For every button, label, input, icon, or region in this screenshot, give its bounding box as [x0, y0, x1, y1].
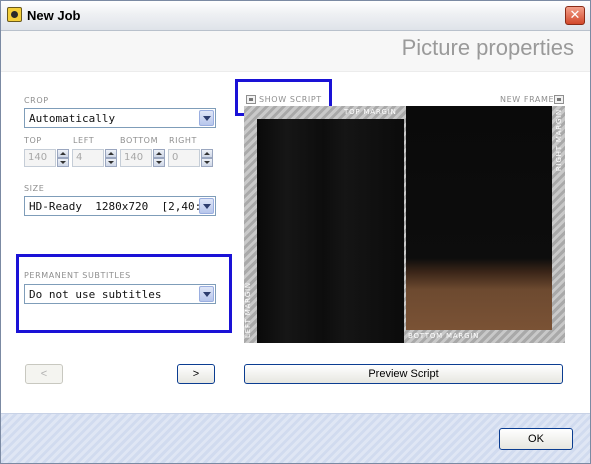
chevron-down-icon[interactable] — [199, 198, 214, 214]
ok-button[interactable]: OK — [499, 428, 573, 450]
prev-button[interactable]: < — [25, 364, 63, 384]
stepper-up-icon[interactable] — [105, 149, 117, 158]
page-header: Picture properties — [1, 31, 590, 72]
stepper-up-icon[interactable] — [153, 149, 165, 158]
subtitles-select-value: Do not use subtitles — [29, 288, 162, 301]
right-frame-pane — [406, 106, 552, 330]
size-select-value: HD-Ready 1280x720 [2,40:1] — [29, 200, 215, 213]
next-button[interactable]: > — [177, 364, 215, 384]
subtitles-select[interactable]: Do not use subtitles — [24, 284, 216, 304]
window-title: New Job — [27, 8, 81, 23]
right-margin-label: RIGHT MARGIN — [555, 108, 564, 172]
stepper-down-icon[interactable] — [201, 158, 213, 167]
crop-right-field[interactable]: 0 — [168, 149, 200, 167]
close-button[interactable]: ✕ — [565, 6, 585, 25]
chevron-down-icon[interactable] — [199, 286, 214, 302]
stepper-down-icon[interactable] — [153, 158, 165, 167]
crop-select-value: Automatically — [29, 112, 116, 125]
footer-bar: OK — [1, 413, 590, 463]
stepper-down-icon[interactable] — [105, 158, 117, 167]
size-label: SIZE — [24, 184, 45, 193]
left-margin-label: LEFT MARGIN — [243, 282, 252, 338]
crop-label: CROP — [24, 96, 49, 105]
title-bar[interactable]: New Job ✕ — [1, 1, 590, 31]
crop-top-stepper[interactable] — [57, 149, 69, 167]
preview-script-button[interactable]: Preview Script — [244, 364, 563, 384]
crop-right-label: RIGHT — [169, 136, 198, 145]
crop-top-label: TOP — [24, 136, 42, 145]
app-icon — [7, 7, 22, 22]
stepper-up-icon[interactable] — [201, 149, 213, 158]
stepper-up-icon[interactable] — [57, 149, 69, 158]
new-frame-label[interactable]: NEW FRAME — [500, 95, 554, 104]
stepper-down-icon[interactable] — [57, 158, 69, 167]
crop-top-field[interactable]: 140 — [24, 149, 56, 167]
show-script-label[interactable]: SHOW SCRIPT — [259, 95, 322, 104]
show-script-toggle-icon[interactable] — [246, 95, 256, 104]
size-select[interactable]: HD-Ready 1280x720 [2,40:1] — [24, 196, 216, 216]
crop-bottom-field[interactable]: 140 — [120, 149, 152, 167]
left-frame-pane — [257, 119, 404, 343]
crop-bottom-stepper[interactable] — [153, 149, 165, 167]
crop-left-field[interactable]: 4 — [72, 149, 104, 167]
crop-right-stepper[interactable] — [201, 149, 213, 167]
bottom-margin-label: BOTTOM MARGIN — [408, 332, 480, 340]
new-job-dialog: New Job ✕ Picture properties CROP Automa… — [0, 0, 591, 464]
new-frame-icon[interactable] — [554, 95, 564, 104]
chevron-down-icon[interactable] — [199, 110, 214, 126]
crop-left-label: LEFT — [73, 136, 95, 145]
page-title: Picture properties — [401, 35, 574, 60]
crop-bottom-label: BOTTOM — [120, 136, 159, 145]
subtitles-label: PERMANENT SUBTITLES — [24, 271, 131, 280]
frame-preview: TOP MARGIN BOTTOM MARGIN LEFT MARGIN RIG… — [244, 106, 565, 343]
top-margin-label: TOP MARGIN — [344, 108, 397, 116]
crop-left-stepper[interactable] — [105, 149, 117, 167]
crop-select[interactable]: Automatically — [24, 108, 216, 128]
